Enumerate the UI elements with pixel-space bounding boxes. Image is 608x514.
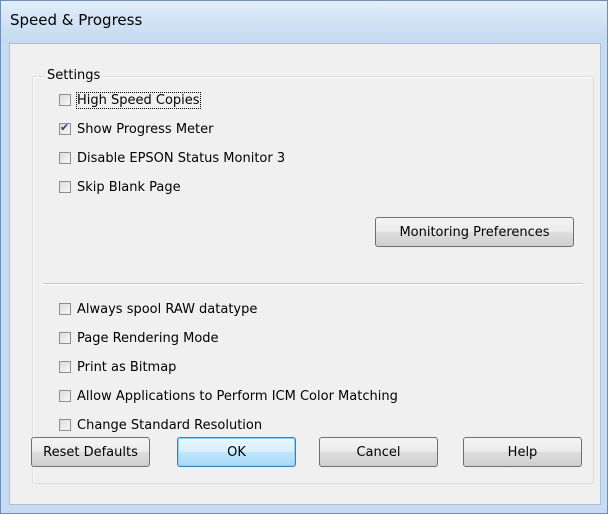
checkbox-label: Change Standard Resolution [77, 417, 263, 433]
disable-status-monitor-checkbox[interactable]: Disable EPSON Status Monitor 3 [59, 149, 285, 167]
ok-button[interactable]: OK [177, 437, 296, 467]
checkbox-label: Always spool RAW datatype [77, 301, 258, 317]
high-speed-copies-checkbox[interactable]: High Speed Copies [59, 91, 201, 109]
settings-group-label: Settings [44, 68, 104, 83]
settings-groupbox: Settings High Speed Copies Show Progress… [32, 68, 594, 484]
checkbox-box[interactable] [59, 94, 71, 106]
reset-defaults-button[interactable]: Reset Defaults [31, 437, 150, 467]
checkbox-box[interactable] [59, 390, 71, 402]
dialog-title: Speed & Progress [10, 11, 143, 29]
checkbox-box[interactable] [59, 303, 71, 315]
settings-divider [43, 283, 583, 285]
checkbox-label: Allow Applications to Perform ICM Color … [77, 388, 398, 404]
allow-icm-color-matching-checkbox[interactable]: Allow Applications to Perform ICM Color … [59, 387, 398, 405]
help-button[interactable]: Help [463, 437, 582, 467]
checkbox-box[interactable] [59, 332, 71, 344]
checkbox-box[interactable] [59, 121, 71, 135]
checkbox-label: Print as Bitmap [77, 359, 177, 375]
always-spool-raw-checkbox[interactable]: Always spool RAW datatype [59, 300, 257, 318]
checkbox-box[interactable] [59, 361, 71, 373]
checkbox-label: Skip Blank Page [77, 179, 181, 195]
page-rendering-mode-checkbox[interactable]: Page Rendering Mode [59, 329, 219, 347]
print-as-bitmap-checkbox[interactable]: Print as Bitmap [59, 358, 176, 376]
checkbox-box[interactable] [59, 152, 71, 164]
skip-blank-page-checkbox[interactable]: Skip Blank Page [59, 178, 181, 196]
checkbox-box[interactable] [59, 181, 71, 193]
title-bar[interactable]: Speed & Progress [1, 1, 607, 43]
dialog-client-area: Settings High Speed Copies Show Progress… [9, 43, 601, 505]
checkbox-box[interactable] [59, 419, 71, 431]
monitoring-preferences-button[interactable]: Monitoring Preferences [375, 217, 574, 247]
checkbox-label: Disable EPSON Status Monitor 3 [77, 150, 286, 166]
speed-progress-dialog: Speed & Progress Settings High Speed Cop… [0, 0, 608, 514]
cancel-button[interactable]: Cancel [319, 437, 438, 467]
change-standard-resolution-checkbox[interactable]: Change Standard Resolution [59, 416, 262, 434]
checkbox-label: Page Rendering Mode [77, 330, 219, 346]
checkbox-label: High Speed Copies [76, 91, 201, 109]
show-progress-meter-checkbox[interactable]: Show Progress Meter [59, 120, 213, 138]
checkbox-label: Show Progress Meter [77, 121, 214, 137]
